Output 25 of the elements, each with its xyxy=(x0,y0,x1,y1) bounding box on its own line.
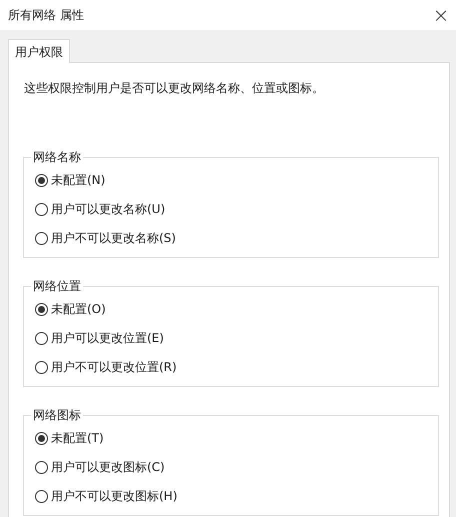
radio-button[interactable] xyxy=(35,490,48,503)
radio-option[interactable]: 用户可以更改图标(C) xyxy=(35,453,426,482)
radio-button[interactable] xyxy=(35,303,48,316)
radio-button[interactable] xyxy=(35,432,48,445)
radio-option[interactable]: 用户可以更改名称(U) xyxy=(35,195,426,224)
radio-button[interactable] xyxy=(35,174,48,187)
tab[interactable]: 用户权限 xyxy=(8,39,70,63)
group-title: 网络位置 xyxy=(32,278,82,295)
radio-button[interactable] xyxy=(35,332,48,345)
radio-option[interactable]: 用户不可以更改位置(R) xyxy=(35,353,426,382)
window-title: 所有网络 属性 xyxy=(8,6,84,24)
radio-option[interactable]: 未配置(N) xyxy=(35,166,426,195)
radio-option[interactable]: 未配置(T) xyxy=(35,424,426,453)
radio-option[interactable]: 用户不可以更改名称(S) xyxy=(35,224,426,253)
close-button[interactable]: × xyxy=(426,0,456,30)
radio-option[interactable]: 用户不可以更改图标(H) xyxy=(35,482,426,511)
group-title: 网络名称 xyxy=(32,149,82,166)
radio-button[interactable] xyxy=(35,232,48,245)
radio-option[interactable]: 用户可以更改位置(E) xyxy=(35,324,426,353)
radio-button[interactable] xyxy=(35,461,48,474)
radio-button[interactable] xyxy=(35,361,48,374)
group-title: 网络图标 xyxy=(32,407,82,424)
description-text: 这些权限控制用户是否可以更改网络名称、位置或图标。 xyxy=(24,80,325,97)
radio-option[interactable]: 未配置(O) xyxy=(35,295,426,324)
radio-button[interactable] xyxy=(35,203,48,216)
